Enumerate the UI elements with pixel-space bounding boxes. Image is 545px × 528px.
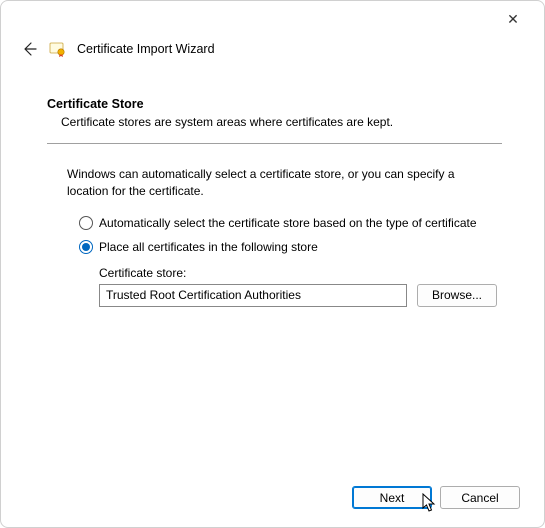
close-icon: ✕ xyxy=(507,11,519,28)
cancel-button-label: Cancel xyxy=(461,491,498,505)
store-field-label: Certificate store: xyxy=(99,266,502,280)
radio-icon xyxy=(79,216,93,230)
back-arrow-icon xyxy=(21,41,37,57)
back-button[interactable] xyxy=(19,39,39,59)
next-button[interactable]: Next xyxy=(352,486,432,509)
divider xyxy=(47,143,502,144)
wizard-title: Certificate Import Wizard xyxy=(77,42,215,56)
radio-manual-label: Place all certificates in the following … xyxy=(99,240,318,254)
wizard-header: Certificate Import Wizard xyxy=(1,1,544,67)
radio-auto-select[interactable]: Automatically select the certificate sto… xyxy=(79,216,502,230)
radio-manual-select[interactable]: Place all certificates in the following … xyxy=(79,240,502,254)
section-heading: Certificate Store xyxy=(47,97,502,111)
certificate-icon xyxy=(49,40,67,58)
store-selection-group: Automatically select the certificate sto… xyxy=(47,216,502,254)
radio-icon xyxy=(79,240,93,254)
next-button-label: Next xyxy=(380,491,405,505)
section-description: Certificate stores are system areas wher… xyxy=(47,115,502,129)
browse-button-label: Browse... xyxy=(432,288,482,302)
cancel-button[interactable]: Cancel xyxy=(440,486,520,509)
instruction-text: Windows can automatically select a certi… xyxy=(47,166,502,200)
certificate-store-input[interactable] xyxy=(99,284,407,307)
close-button[interactable]: ✕ xyxy=(496,7,530,31)
radio-auto-label: Automatically select the certificate sto… xyxy=(99,216,477,230)
browse-button[interactable]: Browse... xyxy=(417,284,497,307)
